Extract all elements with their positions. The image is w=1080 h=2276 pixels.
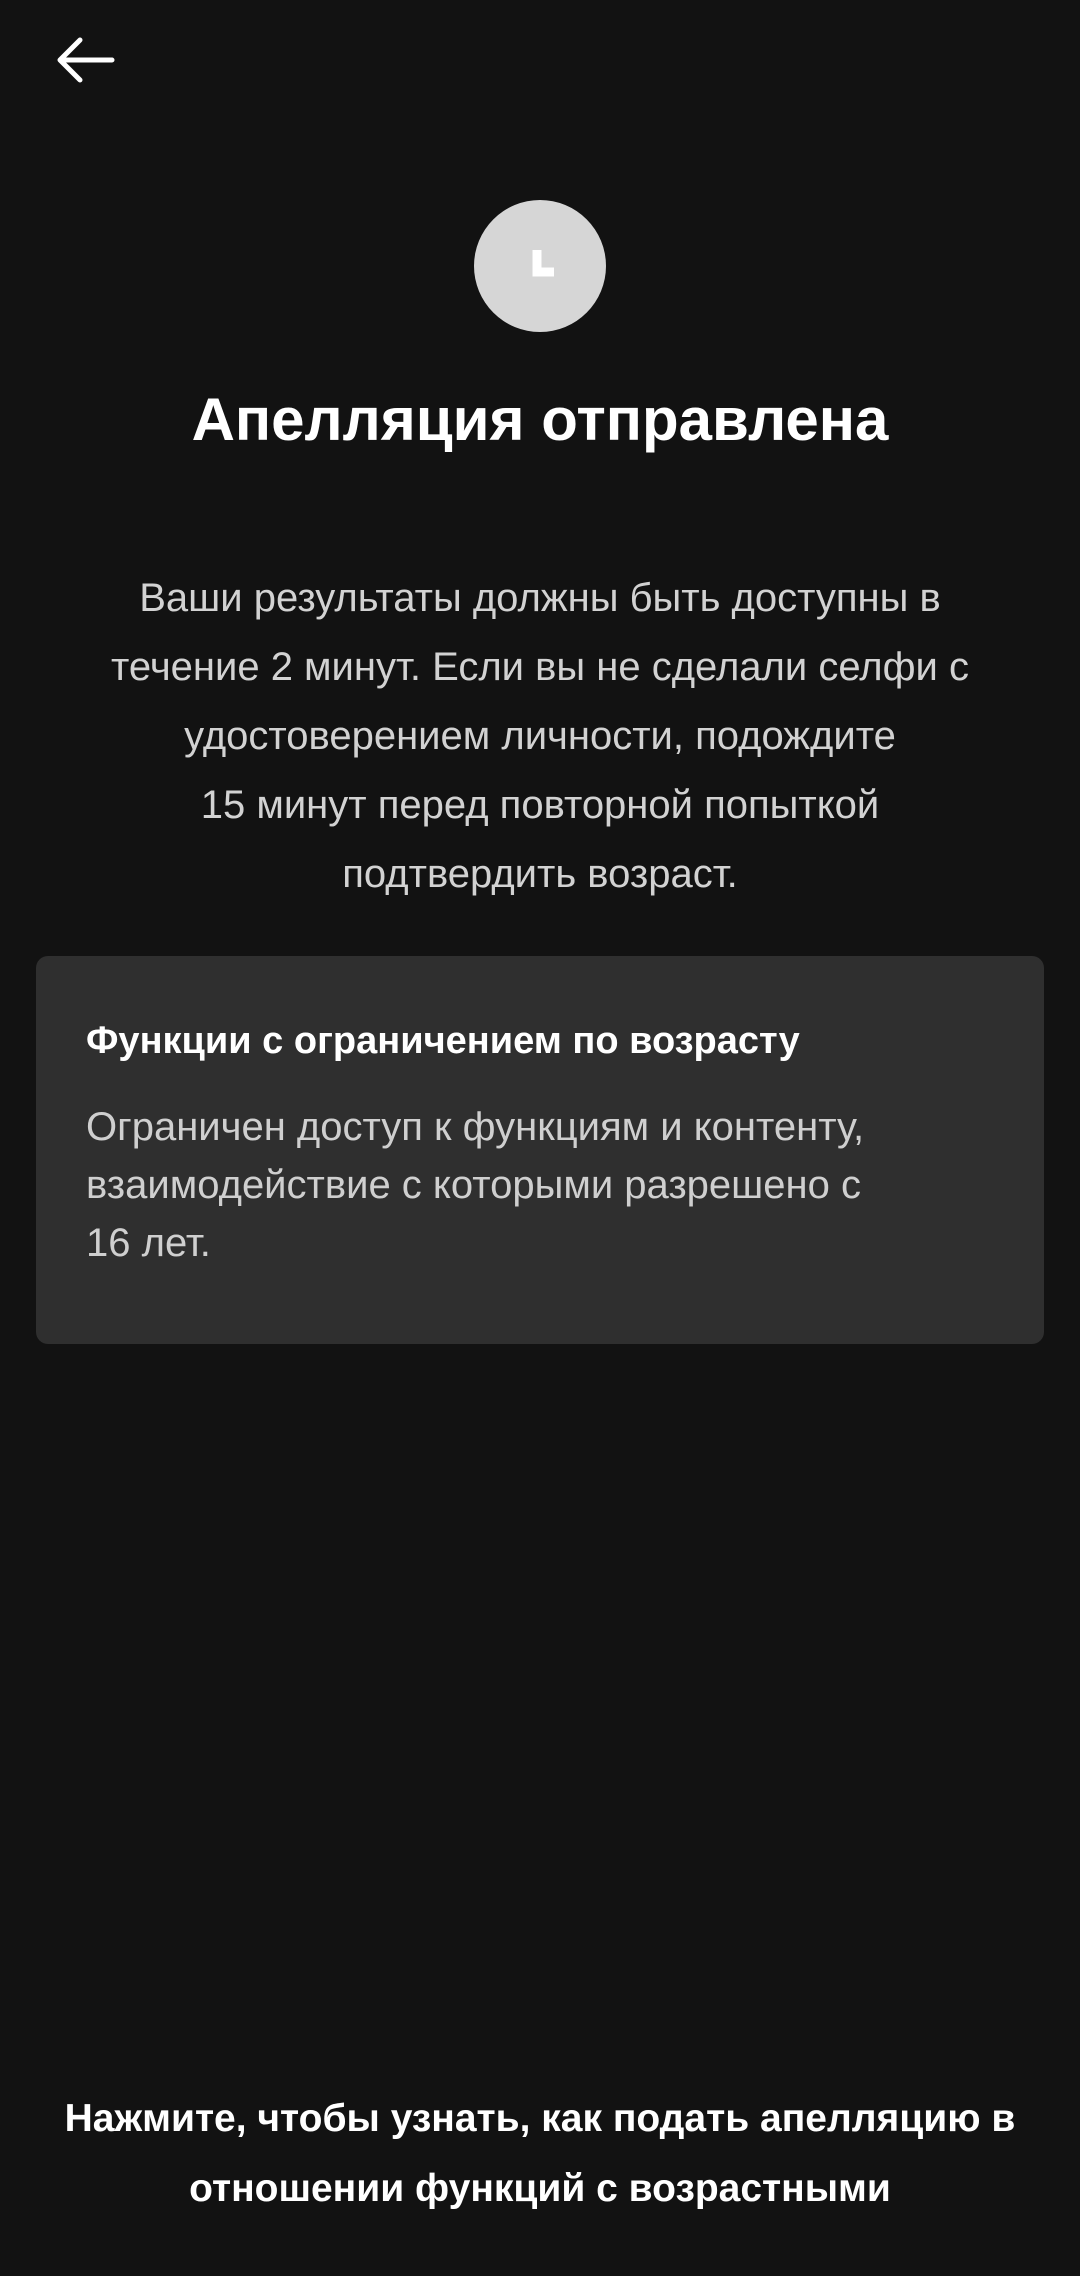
description-line: Ваши результаты должны быть доступны в — [139, 576, 941, 620]
card-body-line: взаимодействие с которыми разрешено с — [86, 1163, 861, 1207]
card-body-line: Ограничен доступ к функциям и контенту, — [86, 1105, 865, 1149]
description-line: удостоверением личности, подождите — [184, 714, 896, 758]
description-text: Ваши результаты должны быть доступны в т… — [40, 564, 1040, 909]
description-line: 15 минут перед повторной попыткой — [200, 783, 880, 827]
description-line: течение 2 минут. Если вы не сделали селф… — [111, 645, 969, 689]
description-line: подтвердить возраст. — [342, 852, 738, 896]
card-title: Функции с ограничением по возрасту — [86, 1020, 800, 1062]
appeal-info-link-line: Нажмите, чтобы узнать, как подать апелля… — [64, 2097, 1016, 2140]
back-button[interactable] — [44, 20, 124, 100]
card-body: Ограничен доступ к функциям и контенту, … — [86, 1098, 994, 1272]
appeal-info-link-line: отношении функций с возрастными — [189, 2167, 891, 2210]
page-title: Апелляция отправлена — [191, 386, 889, 453]
appeal-info-link[interactable]: Нажмите, чтобы узнать, как подать апелля… — [0, 2084, 1080, 2224]
age-restriction-card: Функции с ограничением по возрасту Огран… — [36, 956, 1044, 1344]
clock-icon — [474, 200, 606, 332]
card-body-line: 16 лет. — [86, 1221, 211, 1265]
arrow-left-icon — [57, 37, 115, 83]
